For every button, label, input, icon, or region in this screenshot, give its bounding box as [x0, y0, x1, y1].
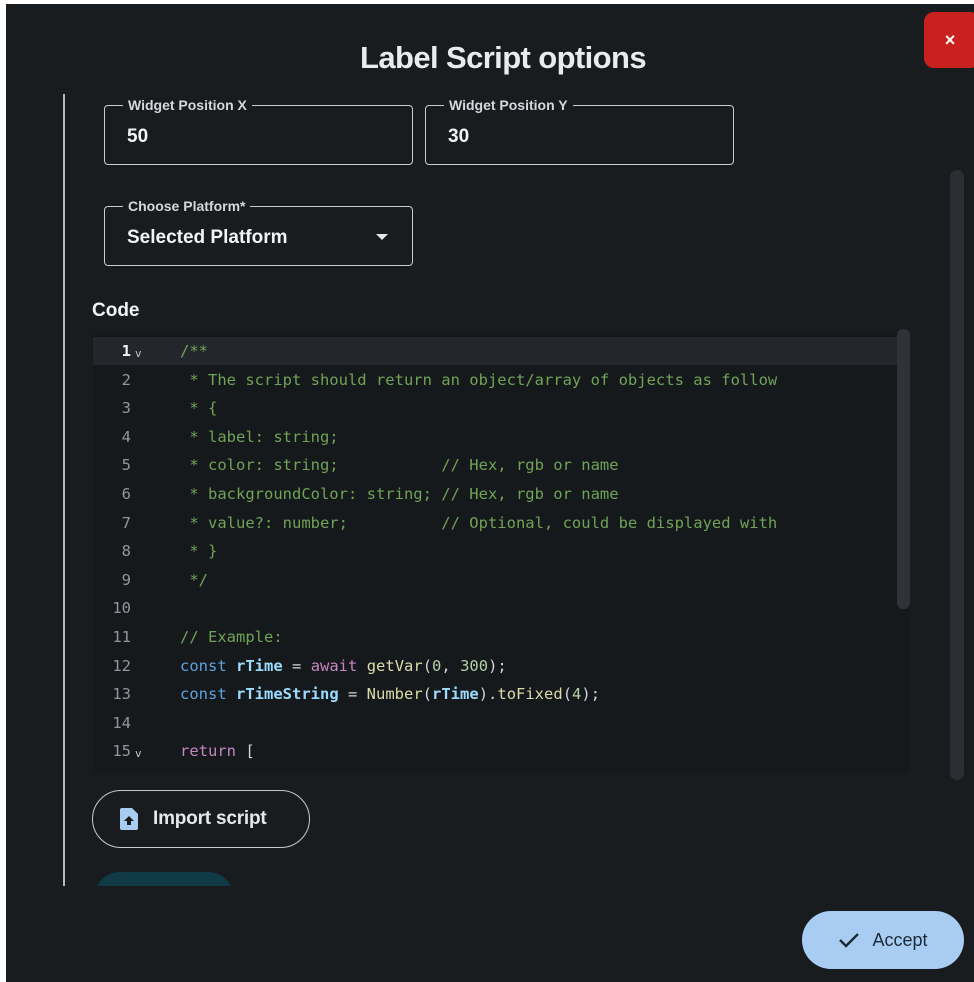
code-line[interactable]: 13 const rTimeString = Number(rTime).toFi… — [93, 680, 910, 708]
code-line[interactable]: 9 */ — [93, 566, 910, 594]
code-section-label: Code — [92, 300, 140, 321]
line-number: 8 — [121, 542, 131, 561]
accept-label: Accept — [872, 929, 928, 950]
code-line[interactable]: 4 * label: string; — [93, 423, 910, 451]
line-number: 15 — [112, 742, 131, 761]
platform-select[interactable]: Choose Platform* Selected Platform — [104, 198, 413, 266]
chevron-down-icon[interactable]: v — [135, 740, 142, 768]
import-script-label: Import script — [153, 808, 267, 829]
line-number: 2 — [121, 370, 131, 389]
line-number: 6 — [121, 485, 131, 503]
line-number: 10 — [112, 599, 131, 618]
widget-position-x-label: Widget Position X — [123, 97, 252, 113]
code-line[interactable]: 5 * color: string; // Hex, rgb or name — [93, 451, 910, 479]
line-number: 12 — [112, 656, 131, 675]
code-editor-scrollbar[interactable] — [897, 329, 910, 609]
line-number: 5 — [121, 456, 131, 475]
close-button[interactable]: × — [924, 12, 974, 68]
line-number: 9 — [121, 570, 131, 589]
code-line[interactable]: 11 // Example: — [93, 623, 910, 651]
line-number: 13 — [112, 685, 131, 704]
code-line[interactable]: 6 * backgroundColor: string; // Hex, rgb… — [93, 480, 910, 508]
code-line[interactable]: 7 * value?: number; // Optional, could b… — [93, 509, 910, 537]
platform-select-value: Selected Platform — [127, 227, 288, 248]
chevron-down-icon[interactable]: v — [135, 340, 142, 368]
code-text: * } — [180, 542, 218, 561]
label-script-dialog: Label Script options × Widget Position X… — [6, 4, 974, 982]
code-text: */ — [180, 570, 208, 589]
widget-position-y-value[interactable]: 30 — [448, 126, 469, 148]
widget-position-y-field[interactable]: Widget Position Y 30 — [425, 97, 734, 165]
widget-position-x-value[interactable]: 50 — [127, 126, 148, 148]
line-number: 14 — [112, 713, 131, 732]
code-editor[interactable]: 1 v/** 2 * The script should return an obj… — [93, 333, 910, 773]
content-divider — [63, 94, 65, 886]
code-text: * backgroundColor: string; // Hex, rgb o… — [180, 485, 619, 503]
code-text: const rTimeString = Number(rTime).toFixe… — [180, 685, 601, 704]
code-line[interactable]: 2 * The script should return an object/a… — [93, 366, 910, 394]
code-text: // Example: — [180, 628, 283, 646]
line-number: 4 — [121, 427, 131, 446]
close-icon: × — [944, 29, 956, 50]
code-line[interactable]: 15 v return [ — [93, 737, 910, 765]
dropdown-arrow-icon — [376, 234, 388, 240]
platform-select-label: Choose Platform* — [123, 198, 251, 214]
code-text: const rTime = await getVar(0, 300); — [180, 656, 507, 675]
code-line[interactable]: 12 const rTime = await getVar(0, 300); — [93, 652, 910, 680]
accept-button[interactable]: Accept — [802, 911, 964, 969]
widget-position-x-field[interactable]: Widget Position X 50 — [104, 97, 413, 165]
line-number: 7 — [121, 513, 131, 532]
code-line[interactable]: 1 v /** — [93, 337, 910, 365]
code-text: /** — [180, 342, 208, 360]
line-number: 1 — [121, 342, 131, 360]
dialog-title: Label Script options — [360, 40, 647, 75]
code-text: * color: string; // Hex, rgb or name — [180, 456, 619, 475]
code-text: return [ — [180, 742, 255, 761]
code-text: * { — [180, 399, 218, 418]
code-line[interactable]: 14 — [93, 709, 910, 737]
scroll-clip — [66, 886, 366, 926]
line-number: 11 — [112, 628, 131, 646]
code-text: * label: string; — [180, 427, 339, 446]
code-text: * The script should return an object/arr… — [180, 370, 778, 389]
code-text: * value?: number; // Optional, could be … — [180, 513, 778, 532]
code-line[interactable]: 8 * } — [93, 537, 910, 565]
line-number: 3 — [121, 399, 131, 418]
code-line[interactable]: 3 * { — [93, 394, 910, 422]
dialog-scrollbar[interactable] — [950, 170, 964, 780]
widget-position-y-label: Widget Position Y — [444, 97, 573, 113]
import-script-button[interactable]: Import script — [92, 790, 310, 848]
check-icon — [839, 933, 860, 948]
file-upload-icon — [120, 808, 138, 830]
code-line[interactable]: 10 — [93, 594, 910, 622]
